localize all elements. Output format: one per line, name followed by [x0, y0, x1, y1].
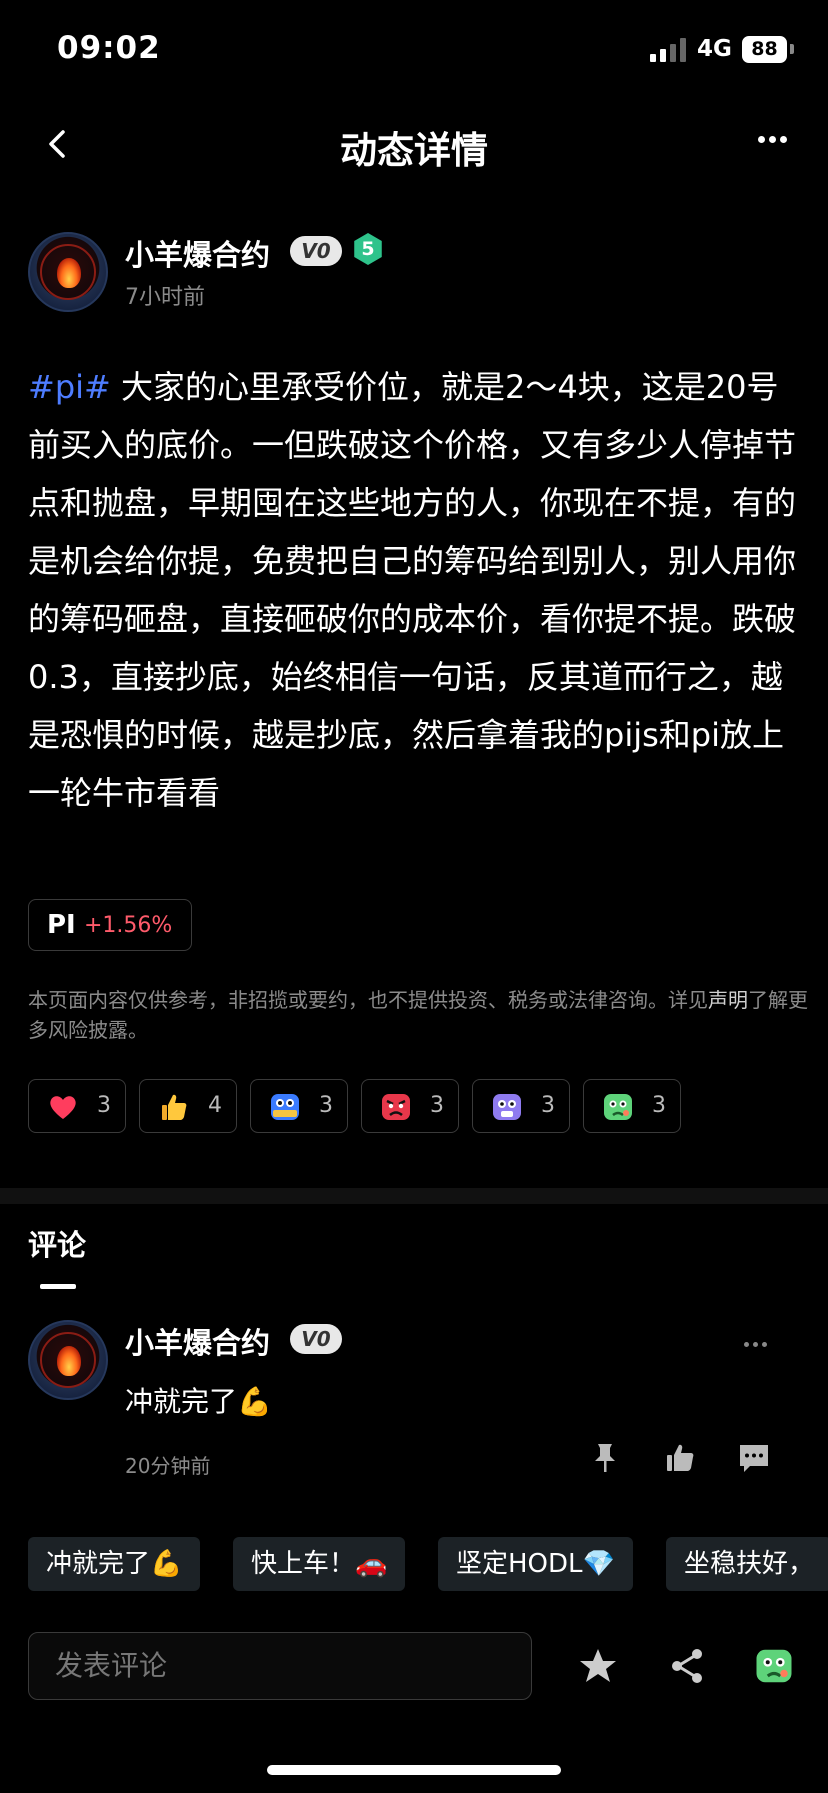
reaction-count: 3	[97, 1093, 111, 1118]
reaction-count: 3	[652, 1093, 666, 1118]
post-time: 7小时前	[125, 285, 205, 310]
reaction-heart[interactable]: 3	[28, 1079, 126, 1133]
nav-bar: 动态详情	[0, 110, 828, 180]
comment-bubble-icon	[740, 1445, 768, 1472]
post-text: 大家的心里承受价位，就是2～4块，这是20号前买入的底价。一但跌破这个价格，又有…	[28, 368, 797, 812]
hashtag-link[interactable]: #pi#	[28, 368, 111, 406]
page-title: 动态详情	[340, 129, 488, 172]
quick-reply-bar: 冲就完了💪 快上车！🚗 坚定HODL💎 坐稳扶好，	[0, 1530, 828, 1600]
status-bar: 09:02 4G 88	[0, 0, 828, 100]
reply-button[interactable]	[736, 1440, 772, 1476]
sick-face-icon	[756, 1649, 792, 1683]
ticker-change: +1.56%	[84, 913, 173, 938]
heart-icon	[50, 1096, 76, 1119]
reaction-angry[interactable]: 3	[361, 1079, 459, 1133]
more-options-button[interactable]	[756, 128, 800, 158]
share-button[interactable]	[667, 1646, 707, 1686]
disclaimer-link[interactable]: 声明	[708, 988, 748, 1012]
comment-text: 冲就完了💪	[125, 1385, 272, 1418]
reaction-count: 3	[430, 1093, 444, 1118]
shocked-face-icon	[493, 1094, 521, 1120]
reaction-count: 4	[208, 1093, 222, 1118]
section-divider	[0, 1188, 828, 1204]
quick-reply-chip[interactable]: 冲就完了💪	[28, 1537, 201, 1591]
home-indicator	[267, 1765, 561, 1775]
status-time: 09:02	[57, 30, 161, 66]
comment-input[interactable]: 发表评论	[28, 1632, 532, 1700]
star-icon	[580, 1649, 616, 1682]
battery-icon: 88	[742, 36, 787, 63]
battery-tip	[790, 44, 794, 54]
avatar[interactable]	[28, 232, 108, 312]
post-content: #pi# 大家的心里承受价位，就是2～4块，这是20号前买入的底价。一但跌破这个…	[28, 358, 808, 822]
thumbs-up-icon	[162, 1094, 187, 1120]
share-icon	[672, 1649, 702, 1683]
quick-reply-chip[interactable]: 坚定HODL💎	[438, 1537, 633, 1591]
reaction-thumbs-up[interactable]: 4	[139, 1079, 237, 1133]
author-name[interactable]: 小羊爆合约	[125, 232, 270, 274]
comment-more-button[interactable]	[742, 1332, 776, 1347]
thumbs-up-icon	[667, 1444, 694, 1471]
pin-button[interactable]	[587, 1440, 623, 1476]
reaction-sick[interactable]: 3	[583, 1079, 681, 1133]
hodl-face-icon	[271, 1094, 299, 1120]
reaction-count: 3	[319, 1093, 333, 1118]
reaction-hodl[interactable]: 3	[250, 1079, 348, 1133]
reaction-shocked[interactable]: 3	[472, 1079, 570, 1133]
favorite-button[interactable]	[578, 1646, 618, 1686]
ticker-chip[interactable]: PI +1.56%	[28, 899, 192, 951]
level-badge: 5	[354, 233, 382, 265]
signal-icon	[650, 38, 686, 62]
comment-avatar[interactable]	[28, 1320, 108, 1400]
reaction-picker-button[interactable]	[754, 1646, 794, 1686]
quick-reply-chip[interactable]: 快上车！🚗	[233, 1537, 406, 1591]
pin-icon	[595, 1444, 615, 1472]
comments-tab[interactable]: 评论	[28, 1222, 86, 1264]
comment-vip-badge: V0	[290, 1324, 342, 1354]
vip-badge: V0	[290, 236, 342, 266]
quick-reply-chip[interactable]: 坐稳扶好，	[666, 1537, 828, 1591]
network-type: 4G	[697, 36, 732, 62]
comment-author[interactable]: 小羊爆合约	[125, 1320, 270, 1362]
comments-tab-underline	[40, 1284, 76, 1289]
disclaimer: 本页面内容仅供参考，非招揽或要约，也不提供投资、税务或法律咨询。详见声明了解更多…	[28, 988, 808, 1042]
reaction-count: 3	[541, 1093, 555, 1118]
sick-face-icon	[604, 1094, 632, 1120]
like-button[interactable]	[662, 1440, 698, 1476]
comment-time: 20分钟前	[125, 1454, 211, 1478]
ticker-symbol: PI	[47, 910, 76, 940]
angry-face-icon	[382, 1094, 410, 1120]
